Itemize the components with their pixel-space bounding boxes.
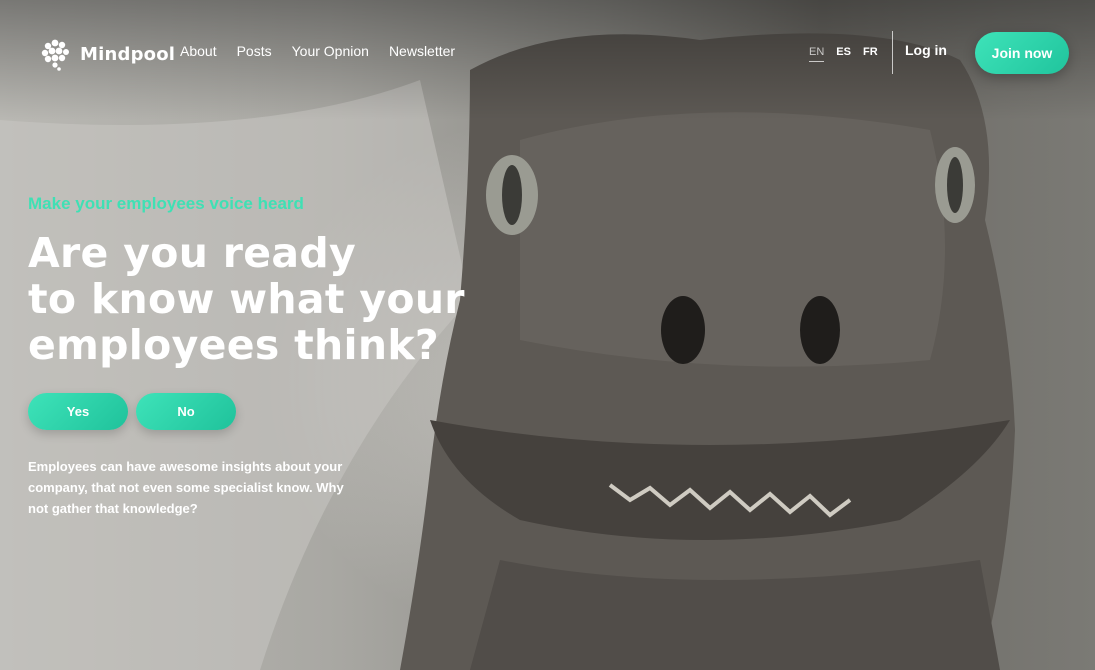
nav-item-newsletter[interactable]: Newsletter: [389, 43, 455, 59]
headline-line-3: employees think?: [28, 321, 439, 369]
lang-fr[interactable]: FR: [863, 46, 878, 62]
login-link[interactable]: Log in: [905, 42, 947, 58]
hero-headline: Are you ready to know what your employee…: [28, 230, 468, 368]
nav-item-posts[interactable]: Posts: [237, 43, 272, 59]
lang-es[interactable]: ES: [836, 46, 851, 62]
headline-line-1: Are you ready: [28, 229, 357, 277]
headline-line-2: to know what your: [28, 275, 465, 323]
hero-kicker: Make your employees voice heard: [28, 194, 304, 213]
language-switcher: EN ES FR: [809, 46, 878, 62]
main-nav: About Posts Your Opnion Newsletter: [180, 43, 455, 59]
lang-en[interactable]: EN: [809, 46, 825, 62]
yes-button[interactable]: Yes: [28, 393, 128, 430]
brand-logo[interactable]: Mindpool: [38, 36, 175, 72]
brand-name: Mindpool: [80, 43, 176, 65]
brain-cluster-icon: [41, 39, 69, 71]
header-divider: [892, 31, 893, 74]
no-button[interactable]: No: [136, 393, 236, 430]
hero-description: Employees can have awesome insights abou…: [28, 459, 344, 516]
join-now-button[interactable]: Join now: [975, 32, 1069, 74]
nav-item-your-opinion[interactable]: Your Opnion: [292, 43, 369, 59]
nav-item-about[interactable]: About: [180, 43, 217, 59]
